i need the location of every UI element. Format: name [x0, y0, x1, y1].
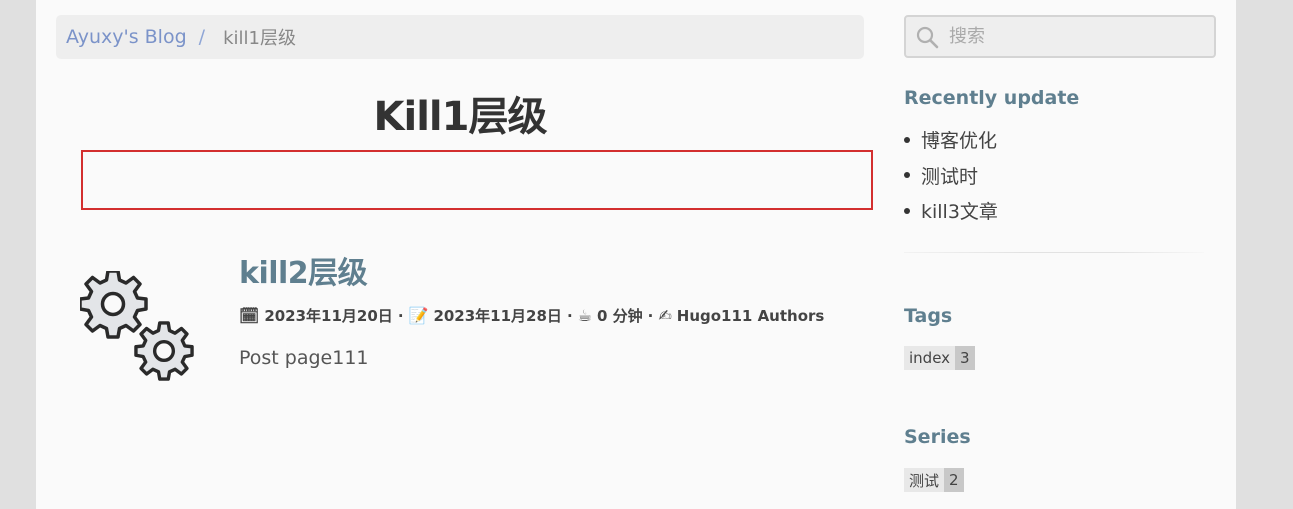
recent-item[interactable]: 博客优化 [904, 122, 998, 158]
meta-separator: · [397, 306, 404, 325]
highlight-box [81, 150, 873, 210]
tag-index[interactable]: index 3 [904, 346, 975, 370]
tag-name: index [904, 346, 956, 370]
sidebar-divider [904, 252, 1204, 253]
meta-separator: · [647, 306, 654, 325]
page-title: Kill1层级 [373, 94, 548, 140]
memo-icon: 📝 [408, 306, 429, 325]
reading-time: 0 分钟 [596, 307, 643, 325]
post-meta: 🗓 2023年11月20日 · 📝 2023年11月28日 · ☕ 0 分钟 ·… [239, 305, 824, 326]
breadcrumb: Ayuxy's Blog / kill1层级 [56, 15, 864, 59]
page-container: Ayuxy's Blog / kill1层级 Kill1层级 kill2层级 🗓 [36, 0, 1236, 509]
series-count: 2 [944, 468, 964, 492]
post-date: 2023年11月20日 [264, 307, 393, 325]
breadcrumb-current: kill1层级 [223, 28, 296, 49]
post-updated-date: 2023年11月28日 [433, 307, 562, 325]
tag-count: 3 [955, 346, 975, 370]
breadcrumb-separator: / [198, 26, 206, 48]
coffee-icon: ☕ [577, 306, 592, 325]
writing-hand-icon: ✍ [658, 306, 672, 325]
recent-item[interactable]: kill3文章 [904, 193, 998, 229]
tags-heading: Tags [904, 305, 953, 327]
gears-icon [80, 271, 194, 381]
search-box[interactable] [904, 15, 1216, 58]
series-test[interactable]: 测试 2 [904, 468, 964, 492]
search-icon [916, 26, 939, 48]
post-title-link[interactable]: kill2层级 [239, 248, 368, 292]
post-author: Hugo111 Authors [676, 306, 825, 325]
recent-heading: Recently update [904, 87, 1080, 109]
series-name: 测试 [904, 468, 945, 492]
search-input[interactable] [947, 25, 1191, 48]
breadcrumb-home-link[interactable]: Ayuxy's Blog [66, 26, 187, 48]
post-summary: Post page111 [239, 347, 369, 369]
calendar-icon: 🗓 [239, 306, 260, 325]
recent-item[interactable]: 测试时 [904, 158, 998, 194]
series-heading: Series [904, 426, 971, 448]
meta-separator: · [566, 306, 573, 325]
recent-list: 博客优化 测试时 kill3文章 [904, 122, 998, 229]
